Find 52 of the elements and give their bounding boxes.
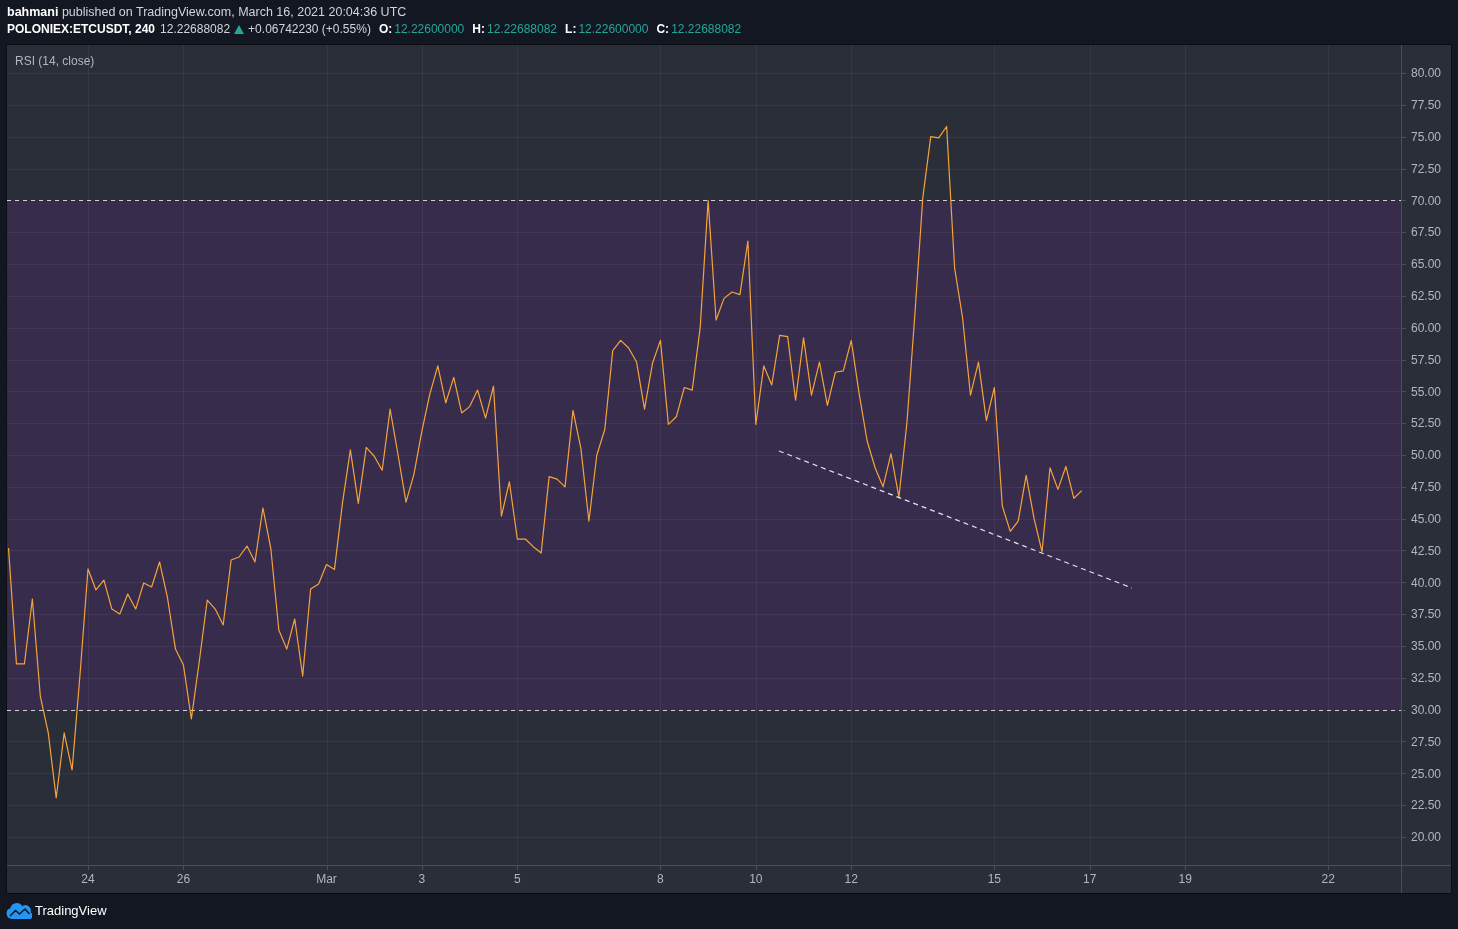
ohlc-value: 12.22600000 xyxy=(578,21,649,38)
x-axis-label: 8 xyxy=(657,871,664,886)
y-axis-label: 57.50 xyxy=(1411,352,1442,367)
x-axis-label: 22 xyxy=(1321,871,1335,886)
y-axis-label: 47.50 xyxy=(1411,479,1442,494)
ohlc-label: L: xyxy=(565,21,577,38)
y-axis-label: 35.00 xyxy=(1411,638,1442,653)
x-axis-label: 10 xyxy=(749,871,763,886)
price-change: +0.06742230 (+0.55%) xyxy=(248,21,371,38)
indicator-legend: RSI (14, close) xyxy=(15,53,95,68)
y-axis-label: 45.00 xyxy=(1411,511,1442,526)
y-axis-label: 30.00 xyxy=(1411,702,1442,717)
cloud-logo-icon xyxy=(6,903,32,920)
symbol-label: POLONIEX:ETCUSDT, 240 xyxy=(7,21,156,38)
y-axis-label: 40.00 xyxy=(1411,575,1442,590)
y-axis-label: 77.50 xyxy=(1411,97,1442,112)
x-axis-label: 5 xyxy=(514,871,521,886)
y-axis-label: 55.00 xyxy=(1411,384,1442,399)
y-axis-label: 20.00 xyxy=(1411,829,1442,844)
x-axis-label: Mar xyxy=(316,871,337,886)
x-axis-label: 19 xyxy=(1178,871,1192,886)
ohlc-label: H: xyxy=(472,21,485,38)
ohlc-value: 12.22600000 xyxy=(394,21,465,38)
ohlc-label: C: xyxy=(656,21,670,38)
last-price: 12.22688082 xyxy=(160,21,231,38)
y-axis-label: 62.50 xyxy=(1411,288,1442,303)
y-axis-label: 72.50 xyxy=(1411,161,1442,176)
x-axis-label: 12 xyxy=(844,871,858,886)
ohlc-value: 12.22688082 xyxy=(486,21,558,38)
brand-name: TradingView xyxy=(35,903,107,920)
x-axis-label: 15 xyxy=(987,871,1001,886)
y-axis-label: 50.00 xyxy=(1411,447,1442,462)
y-axis-label: 75.00 xyxy=(1411,129,1442,144)
y-axis-label: 65.00 xyxy=(1411,256,1442,271)
y-axis-label: 37.50 xyxy=(1411,606,1442,621)
y-axis-label: 80.00 xyxy=(1411,65,1442,80)
y-axis-label: 32.50 xyxy=(1411,670,1442,685)
y-axis-label: 25.00 xyxy=(1411,766,1442,781)
x-axis-label: 17 xyxy=(1083,871,1097,886)
x-axis-label: 3 xyxy=(418,871,426,886)
y-axis-label: 60.00 xyxy=(1411,320,1442,335)
ohlc-value: 12.22688082 xyxy=(671,21,742,38)
x-axis-label: 26 xyxy=(176,871,191,886)
y-axis-label: 22.50 xyxy=(1411,797,1442,812)
y-axis-label: 67.50 xyxy=(1411,224,1442,239)
y-axis-label: 27.50 xyxy=(1411,734,1442,749)
y-axis-label: 70.00 xyxy=(1411,193,1442,208)
y-axis-label: 52.50 xyxy=(1411,415,1442,430)
ohlc-label: O: xyxy=(378,21,393,38)
publication-info: bahmani published on TradingView.com, March 16, 2021 20:04:36 UTC xyxy=(7,5,407,19)
x-axis-label: 24 xyxy=(81,871,95,886)
y-axis-label: 42.50 xyxy=(1411,543,1442,558)
